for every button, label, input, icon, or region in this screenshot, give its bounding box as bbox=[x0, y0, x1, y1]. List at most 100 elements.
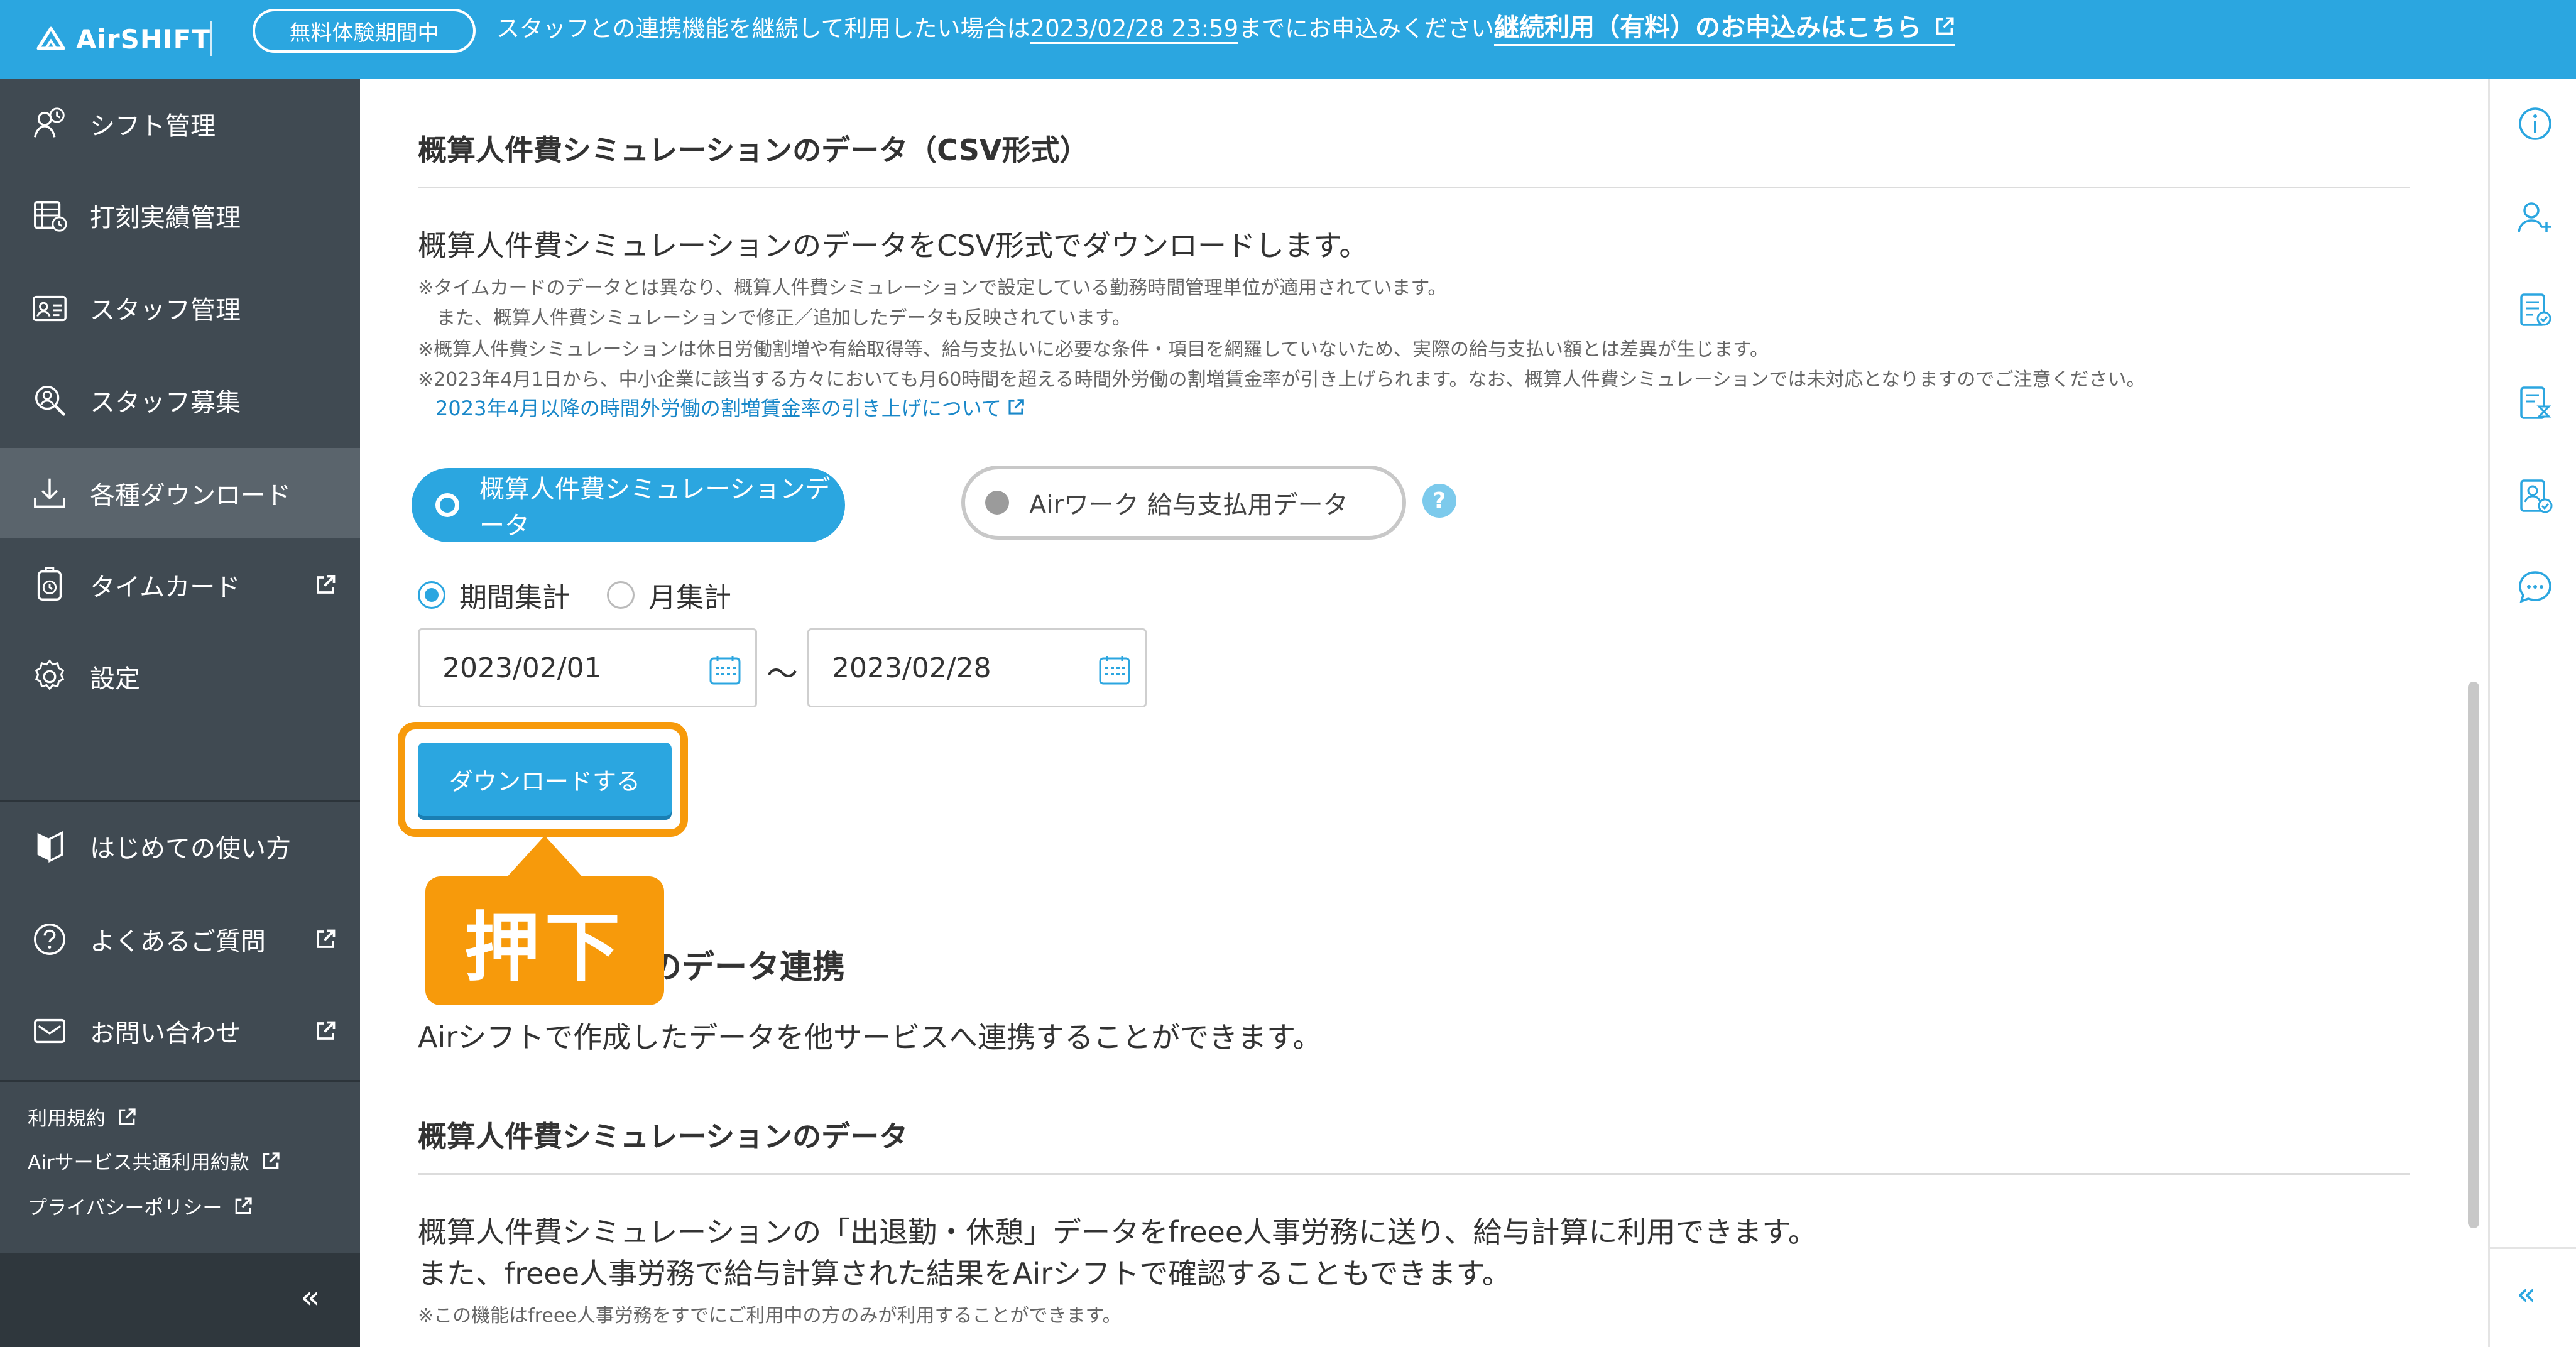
external-link-icon bbox=[119, 1108, 136, 1125]
start-date-value: 2023/02/01 bbox=[442, 652, 602, 684]
sidebar-item-label: 打刻実績管理 bbox=[90, 204, 241, 232]
sim-description-2: また、freee人事労務で給与計算された結果をAirシフトで確認することもできま… bbox=[418, 1257, 1511, 1290]
logo-separator bbox=[210, 21, 212, 56]
airshift-logo[interactable]: AirSHIFT bbox=[35, 13, 210, 66]
sidebar-item-getting-started[interactable]: はじめての使い方 bbox=[0, 801, 360, 892]
sidebar-item-label: はじめての使い方 bbox=[90, 834, 291, 863]
calendar-icon[interactable] bbox=[709, 654, 741, 685]
question-icon bbox=[34, 924, 65, 955]
csv-note-1: ※タイムカードのデータとは異なり、概算人件費シミュレーションで設定している勤務時… bbox=[418, 277, 1447, 299]
add-user-icon[interactable] bbox=[2515, 197, 2555, 237]
toggle-airwork-payroll-data[interactable]: Airワーク 給与支払用データ bbox=[961, 466, 1406, 540]
radio-monthly-total[interactable]: 月集計 bbox=[607, 575, 731, 615]
sim-section-title: 概算人件費シミュレーションのデータ bbox=[418, 1120, 909, 1153]
radio-unchecked-indicator bbox=[607, 581, 635, 609]
shift-icon bbox=[34, 107, 65, 138]
overtime-rate-link[interactable]: 2023年4月以降の時間外労働の割増賃金率の引き上げについて bbox=[435, 393, 1025, 422]
recruit-icon bbox=[35, 385, 65, 416]
user-check-icon[interactable] bbox=[2515, 476, 2555, 516]
mail-icon bbox=[34, 1018, 65, 1044]
sidebar-item-download[interactable]: 各種ダウンロード bbox=[0, 448, 360, 538]
top-banner: AirSHIFT 無料体験期間中 スタッフとの連携機能を継続して利用したい場合は… bbox=[0, 0, 2576, 79]
sidebar-item-contact[interactable]: お問い合わせ bbox=[0, 986, 360, 1076]
sidebar-item-recruit[interactable]: スタッフ募集 bbox=[0, 355, 360, 445]
trial-badge: 無料体験期間中 bbox=[253, 9, 476, 53]
toggle-label: Airワーク 給与支払用データ bbox=[1029, 491, 1348, 520]
trial-message: スタッフとの連携機能を継続して利用したい場合は2023/02/28 23:59ま… bbox=[496, 13, 1517, 45]
press-callout: 押下 bbox=[425, 876, 664, 1005]
sim-note: ※この機能はfreee人事労務をすでにご利用中の方のみが利用することができます。 bbox=[418, 1305, 1122, 1327]
staff-card-icon bbox=[33, 295, 67, 322]
subscribe-link-label: 継続利用（有料）のお申込みはこちら bbox=[1494, 13, 1921, 42]
download-button[interactable]: ダウンロードする bbox=[418, 743, 672, 816]
radio-label: 期間集計 bbox=[459, 582, 570, 614]
date-range-separator: 〜 bbox=[767, 656, 798, 692]
external-link-icon bbox=[317, 1021, 336, 1040]
radio-label: 月集計 bbox=[648, 582, 731, 614]
trial-message-suffix: までにお申込みください。 bbox=[1238, 15, 1518, 42]
right-rail: « bbox=[2488, 79, 2576, 1347]
help-icon[interactable]: ? bbox=[1422, 484, 1456, 518]
sim-description-1: 概算人件費シミュレーションの「出退勤・休憩」データをfreee人事労務に送り、給… bbox=[418, 1215, 1817, 1249]
radio-checked-indicator bbox=[418, 581, 445, 609]
timecard-icon bbox=[37, 567, 62, 601]
sidebar-item-label: お問い合わせ bbox=[90, 1019, 241, 1048]
linkage-description: Airシフトで作成したデータを他サービスへ連携することができます。 bbox=[418, 1020, 1322, 1054]
info-icon[interactable] bbox=[2515, 104, 2555, 144]
section-divider bbox=[418, 1173, 2410, 1175]
privacy-policy-link[interactable]: プライバシーポリシー bbox=[28, 1192, 253, 1220]
csv-note-3: ※概算人件費シミュレーションは休日労働割増や有給取得等、給与支払いに必要な条件・… bbox=[418, 339, 1769, 361]
csv-note-2: また、概算人件費シミュレーションで修正／追加したデータも反映されています。 bbox=[418, 307, 1131, 329]
service-agreement-link-label: Airサービス共通利用約款 bbox=[28, 1152, 249, 1174]
csv-section-title: 概算人件費シミュレーションのデータ（CSV形式） bbox=[418, 133, 1089, 167]
main-content: 概算人件費シミュレーションのデータ（CSV形式） 概算人件費シミュレーションのデ… bbox=[360, 79, 2469, 1347]
chat-icon[interactable] bbox=[2515, 567, 2555, 608]
toggle-indicator bbox=[985, 491, 1009, 515]
sidebar-item-staff[interactable]: スタッフ管理 bbox=[0, 263, 360, 353]
end-date-value: 2023/02/28 bbox=[832, 652, 991, 684]
sidebar-divider bbox=[0, 1080, 360, 1082]
sidebar: シフト管理 打刻実績管理 スタッフ管理 スタッフ募集 各種ダウンロード タイムカ… bbox=[0, 79, 360, 1347]
sidebar-collapse-button[interactable]: « bbox=[0, 1253, 360, 1347]
end-date-input[interactable]: 2023/02/28 bbox=[807, 628, 1147, 707]
sidebar-item-settings[interactable]: 設定 bbox=[0, 631, 360, 722]
callout-pointer bbox=[506, 836, 584, 878]
download-icon bbox=[34, 478, 65, 508]
csv-description: 概算人件費シミュレーションのデータをCSV形式でダウンロードします。 bbox=[418, 229, 1368, 263]
sidebar-item-faq[interactable]: よくあるご質問 bbox=[0, 894, 360, 984]
terms-link[interactable]: 利用規約 bbox=[28, 1103, 137, 1131]
external-link-icon bbox=[317, 575, 336, 594]
external-link-icon bbox=[1008, 399, 1024, 415]
sidebar-item-label: タイムカード bbox=[90, 573, 241, 602]
start-date-input[interactable]: 2023/02/01 bbox=[418, 628, 757, 707]
sidebar-item-label: 各種ダウンロード bbox=[90, 481, 291, 510]
rail-divider bbox=[2490, 1247, 2576, 1249]
radio-period-total[interactable]: 期間集計 bbox=[418, 575, 570, 615]
external-link-icon bbox=[317, 929, 336, 948]
toggle-indicator bbox=[435, 493, 459, 517]
overtime-rate-link-label: 2023年4月以降の時間外労働の割増賃金率の引き上げについて bbox=[435, 396, 1001, 420]
rail-collapse-button[interactable]: « bbox=[2516, 1275, 2536, 1313]
timesheet-icon bbox=[34, 200, 67, 232]
checklist-icon[interactable] bbox=[2515, 290, 2555, 330]
sidebar-item-shift[interactable]: シフト管理 bbox=[0, 79, 360, 169]
sidebar-item-timecard[interactable]: タイムカード bbox=[0, 540, 360, 630]
linkage-section-title: のデータ連携 bbox=[649, 949, 846, 986]
subscribe-link[interactable]: 継続利用（有料）のお申込みはこちら bbox=[1494, 11, 1955, 46]
sidebar-item-label: 設定 bbox=[90, 665, 140, 694]
terms-link-label: 利用規約 bbox=[28, 1108, 106, 1130]
toggle-simulation-data[interactable]: 概算人件費シミュレーションデータ bbox=[412, 468, 845, 542]
csv-note-4: ※2023年4月1日から、中小企業に該当する方々においても月60時間を超える時間… bbox=[418, 369, 2146, 391]
logo-text: AirSHIFT bbox=[76, 24, 210, 55]
service-agreement-link[interactable]: Airサービス共通利用約款 bbox=[28, 1147, 281, 1175]
sidebar-item-label: スタッフ募集 bbox=[90, 388, 241, 417]
double-chevron-left-icon: « bbox=[300, 1279, 320, 1316]
cloud-logo-icon bbox=[36, 26, 65, 50]
section-divider bbox=[418, 187, 2410, 188]
scrollbar-thumb[interactable] bbox=[2468, 682, 2479, 1228]
toggle-label: 概算人件費シミュレーションデータ bbox=[479, 475, 831, 540]
sidebar-item-label: よくあるご質問 bbox=[90, 927, 266, 956]
hourglass-doc-icon[interactable] bbox=[2515, 383, 2555, 423]
sidebar-item-timesheet[interactable]: 打刻実績管理 bbox=[0, 170, 360, 261]
calendar-icon[interactable] bbox=[1098, 654, 1131, 685]
